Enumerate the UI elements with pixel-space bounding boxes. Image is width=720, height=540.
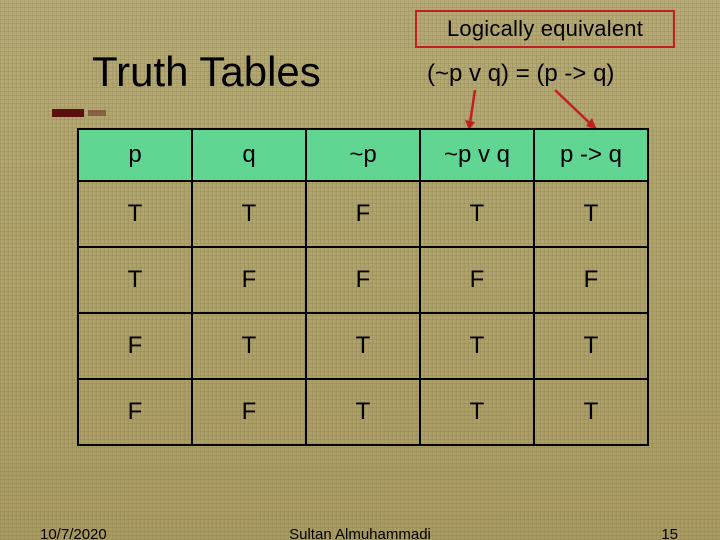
cell: T	[78, 181, 192, 247]
cell: T	[534, 379, 648, 445]
table-row: T T F T T	[78, 181, 648, 247]
cell: F	[78, 379, 192, 445]
callout-label: Logically equivalent	[447, 16, 643, 42]
cell: T	[420, 313, 534, 379]
table-row: F F T T T	[78, 379, 648, 445]
cell: T	[534, 313, 648, 379]
cell: T	[306, 313, 420, 379]
cell: F	[192, 379, 306, 445]
cell: T	[192, 181, 306, 247]
cell: F	[306, 181, 420, 247]
cell: T	[306, 379, 420, 445]
table-row: F T T T T	[78, 313, 648, 379]
col-p: p	[78, 129, 192, 181]
cell: T	[78, 247, 192, 313]
title-accent-2	[88, 110, 106, 116]
footer-author: Sultan Almuhammadi	[0, 526, 720, 540]
cell: T	[420, 379, 534, 445]
cell: F	[420, 247, 534, 313]
cell: F	[78, 313, 192, 379]
col-q: q	[192, 129, 306, 181]
cell: F	[534, 247, 648, 313]
table-row: T F F F F	[78, 247, 648, 313]
col-p-implies-q: p -> q	[534, 129, 648, 181]
footer-page-number: 15	[661, 526, 678, 540]
callout-box: Logically equivalent	[415, 10, 675, 48]
title-accent	[52, 109, 84, 117]
cell: T	[534, 181, 648, 247]
table-header-row: p q ~p ~p v q p -> q	[78, 129, 648, 181]
truth-table: p q ~p ~p v q p -> q T T F T T T F F F F	[77, 128, 649, 446]
cell: F	[192, 247, 306, 313]
equivalence-expression: (~p v q) = (p -> q)	[427, 60, 614, 88]
page-title: Truth Tables	[92, 48, 321, 96]
cell: F	[306, 247, 420, 313]
col-notp-or-q: ~p v q	[420, 129, 534, 181]
cell: T	[420, 181, 534, 247]
col-notp: ~p	[306, 129, 420, 181]
cell: T	[192, 313, 306, 379]
